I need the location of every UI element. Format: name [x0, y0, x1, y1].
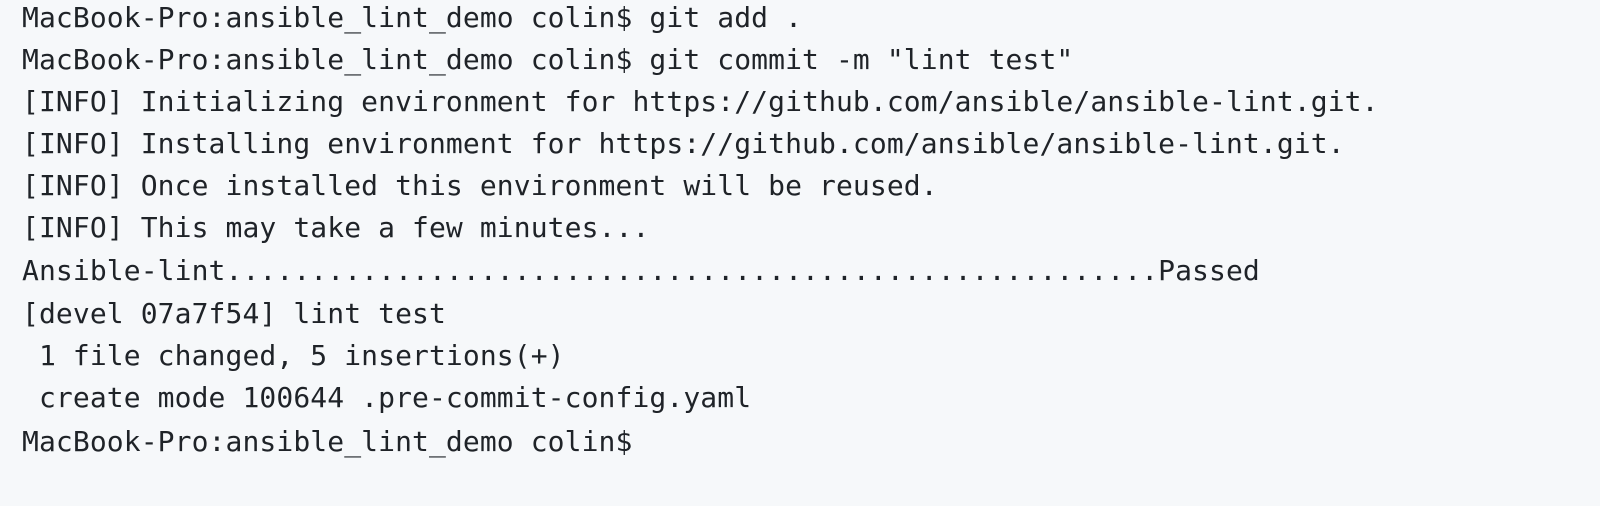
- terminal-line-commit-summary: [devel 07a7f54] lint test: [22, 297, 446, 330]
- terminal-line-git-commit: MacBook-Pro:ansible_lint_demo colin$ git…: [22, 43, 1074, 76]
- terminal-line-create-mode: create mode 100644 .pre-commit-config.ya…: [22, 381, 752, 414]
- terminal-line-info-minutes: [INFO] This may take a few minutes...: [22, 211, 650, 244]
- terminal-line-prompt[interactable]: MacBook-Pro:ansible_lint_demo colin$: [22, 424, 632, 460]
- terminal-line-files-changed: 1 file changed, 5 insertions(+): [22, 339, 565, 372]
- terminal-line-ansible-lint-passed: Ansible-lint............................…: [22, 254, 1260, 287]
- terminal-output: MacBook-Pro:ansible_lint_demo colin$ git…: [0, 0, 1600, 506]
- terminal-line-info-reused: [INFO] Once installed this environment w…: [22, 169, 938, 202]
- terminal-line-info-installing: [INFO] Installing environment for https:…: [22, 127, 1345, 160]
- terminal-line-info-initializing: [INFO] Initializing environment for http…: [22, 85, 1379, 118]
- terminal-line-git-add: MacBook-Pro:ansible_lint_demo colin$ git…: [22, 1, 803, 34]
